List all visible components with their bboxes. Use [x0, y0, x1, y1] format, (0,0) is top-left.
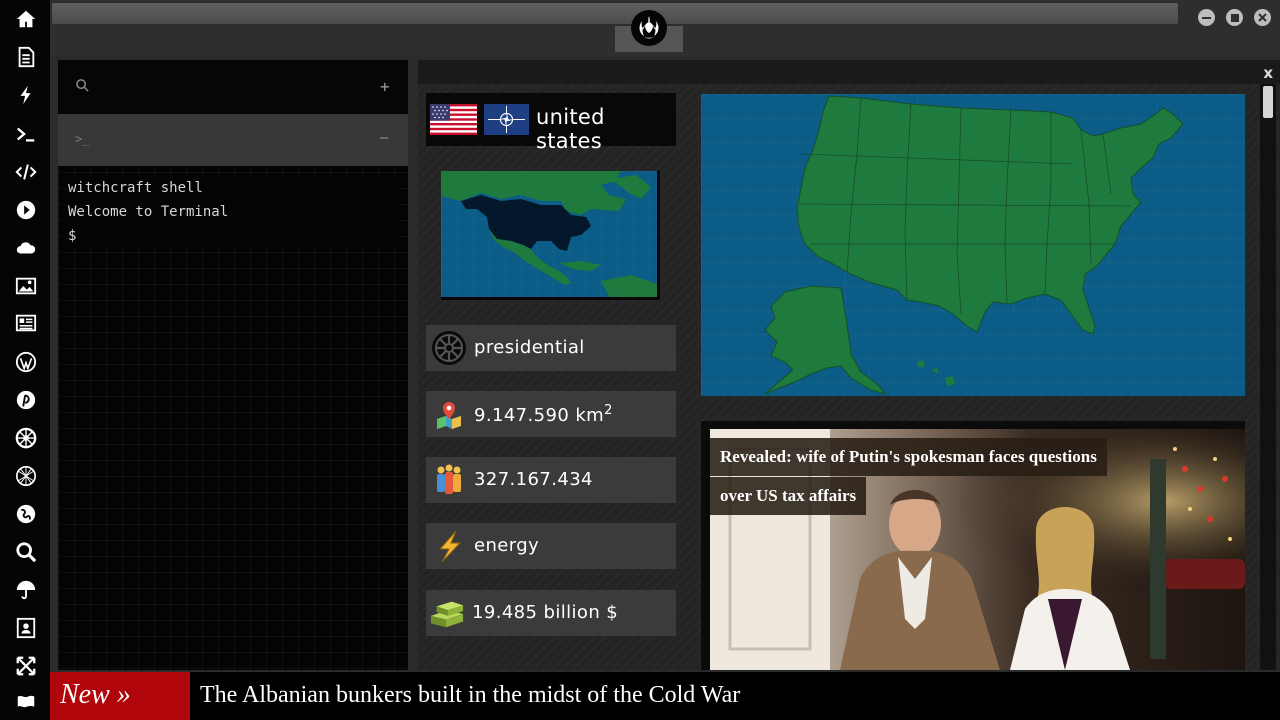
rebel-alliance-logo-icon[interactable] — [631, 10, 667, 46]
expand-icon[interactable] — [13, 653, 39, 679]
lightning-icon[interactable] — [13, 82, 39, 108]
globe-icon[interactable] — [13, 501, 39, 527]
top-bar — [50, 0, 1280, 56]
scrollbar-track[interactable] — [1260, 84, 1276, 670]
panel-header-strip — [418, 60, 1280, 84]
news-headline-line-1[interactable]: Revealed: wife of Putin's spokesman face… — [710, 438, 1107, 476]
government-type: presidential — [474, 337, 585, 358]
terminal-panel: + >_ – witchcraft shell Welcome to Termi… — [58, 60, 408, 670]
add-terminal-button[interactable]: + — [380, 77, 390, 96]
main-resource: energy — [474, 535, 540, 556]
prompt-tab-label: >_ — [75, 132, 90, 146]
app-window: + >_ – witchcraft shell Welcome to Termi… — [0, 0, 1280, 720]
empire-icon — [431, 330, 467, 366]
home-icon[interactable] — [13, 6, 39, 32]
area-value: 9.147.590 km2 — [474, 403, 613, 426]
terminal-tab[interactable]: >_ – — [58, 114, 408, 166]
network-icon[interactable] — [13, 463, 39, 489]
country-name: united states — [536, 105, 605, 153]
money-stack-icon — [429, 595, 465, 631]
us-flag-icon — [430, 104, 477, 135]
country-info-panel: x united states presidential 9.147.590 k… — [418, 60, 1280, 670]
ticker-new-label: New » — [50, 672, 190, 720]
wordpress-icon[interactable] — [13, 349, 39, 375]
minimize-window-button[interactable] — [1198, 9, 1215, 26]
country-detail-map[interactable] — [701, 94, 1245, 396]
close-panel-button[interactable]: x — [1263, 64, 1273, 82]
address-bar[interactable] — [52, 3, 1178, 24]
close-window-button[interactable] — [1254, 9, 1271, 26]
resource-row: energy — [426, 523, 676, 569]
nato-flag-icon — [484, 104, 529, 135]
pinterest-icon[interactable] — [13, 387, 39, 413]
newspaper-icon[interactable] — [13, 310, 39, 336]
flag-icon[interactable] — [13, 690, 39, 716]
play-icon[interactable] — [13, 197, 39, 223]
empire-icon[interactable] — [13, 425, 39, 451]
area-number: 9.147.590 km — [474, 405, 605, 426]
search-icon[interactable] — [13, 539, 39, 565]
image-icon[interactable] — [13, 273, 39, 299]
search-icon[interactable] — [75, 78, 90, 97]
terminal-line: Welcome to Terminal — [68, 204, 229, 220]
terminal-icon[interactable] — [13, 121, 39, 147]
map-pin-icon — [431, 396, 467, 432]
population-row: 327.167.434 — [426, 457, 676, 503]
terminal-output[interactable]: witchcraft shell Welcome to Terminal $ — [68, 176, 398, 248]
scrollbar-thumb[interactable] — [1263, 86, 1273, 118]
contact-icon[interactable] — [13, 615, 39, 641]
lightning-icon — [431, 528, 467, 564]
news-card[interactable]: Revealed: wife of Putin's spokesman face… — [701, 421, 1245, 670]
terminal-line: witchcraft shell — [68, 180, 203, 196]
umbrella-icon[interactable] — [13, 577, 39, 603]
minimize-terminal-button[interactable]: – — [380, 130, 388, 146]
gdp-row: 19.485 billion $ — [426, 590, 676, 636]
ticker-headline[interactable]: The Albanian bunkers built in the midst … — [200, 672, 740, 720]
maximize-window-button[interactable] — [1226, 9, 1243, 26]
document-icon[interactable] — [13, 44, 39, 70]
country-header: united states — [426, 93, 676, 153]
terminal-prompt: $ — [68, 228, 77, 244]
sidebar — [0, 0, 50, 720]
government-type-row: presidential — [426, 325, 676, 371]
country-location-map[interactable] — [441, 171, 660, 300]
code-icon[interactable] — [13, 159, 39, 185]
news-ticker: New » The Albanian bunkers built in the … — [50, 672, 1280, 720]
population-icon — [431, 462, 467, 498]
population-value: 327.167.434 — [474, 469, 593, 490]
news-headline-line-2[interactable]: over US tax affairs — [710, 477, 867, 515]
area-row: 9.147.590 km2 — [426, 391, 676, 437]
terminal-search-bar[interactable]: + — [58, 60, 408, 114]
gdp-value: 19.485 billion $ — [472, 602, 619, 623]
area-unit-superscript: 2 — [604, 403, 613, 418]
cloud-icon[interactable] — [13, 235, 39, 261]
